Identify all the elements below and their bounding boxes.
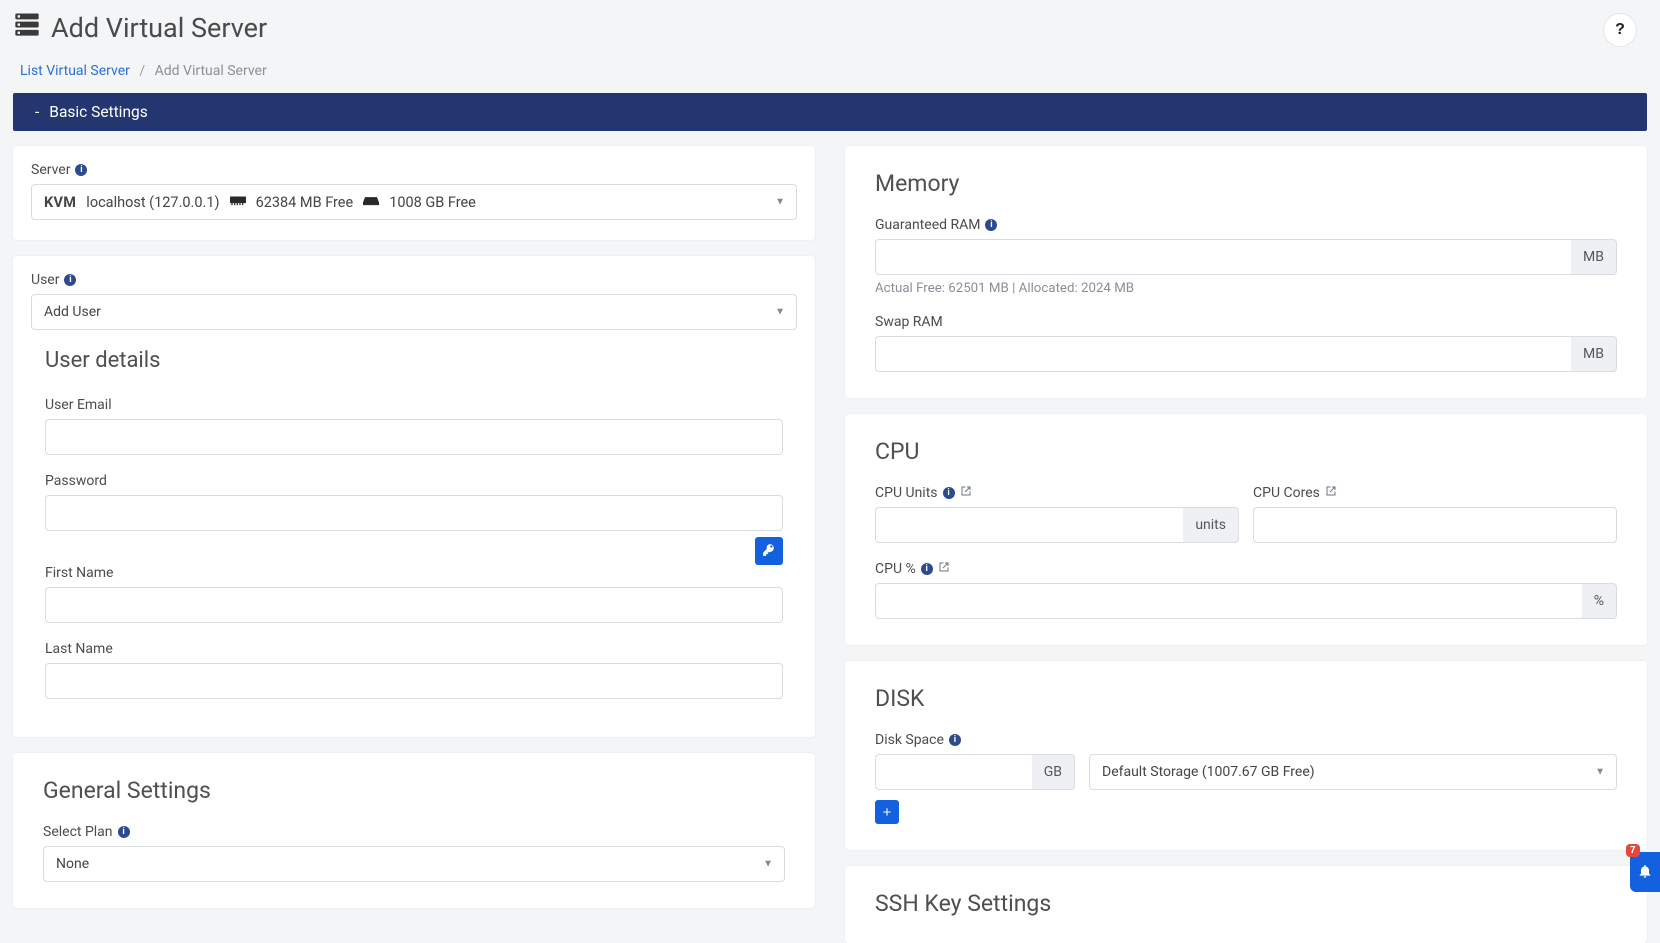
bell-icon [1637,863,1653,882]
server-disk-free: 1008 GB Free [389,194,476,211]
breadcrumb-link-list[interactable]: List Virtual Server [20,63,130,79]
section-basic-settings[interactable]: - Basic Settings [13,93,1647,131]
external-link-icon[interactable] [960,485,972,501]
percent-suffix: % [1582,583,1617,619]
password-input[interactable] [45,495,783,531]
cpu-cores-label-text: CPU Cores [1253,485,1320,501]
server-label-text: Server [31,162,70,178]
breadcrumb: List Virtual Server / Add Virtual Server [13,57,1647,93]
guaranteed-ram-label-text: Guaranteed RAM [875,217,980,233]
disk-space-label: Disk Space i [875,732,1617,748]
cpu-units-input[interactable] [875,507,1183,543]
help-icon: ? [1615,21,1625,39]
cpu-card: CPU CPU Units i units [845,414,1647,645]
memory-icon [230,194,246,211]
server-mem-free: 62384 MB Free [256,194,354,211]
mb-suffix: MB [1571,336,1617,372]
storage-select-value: Default Storage (1007.67 GB Free) [1102,764,1315,780]
info-icon[interactable]: i [949,734,961,746]
cpu-cores-label: CPU Cores [1253,485,1617,501]
guaranteed-ram-label: Guaranteed RAM i [875,217,1617,233]
disk-space-label-text: Disk Space [875,732,944,748]
section-collapse-indicator: - [35,103,39,121]
add-disk-button[interactable]: + [875,800,899,824]
user-card: User i Add User ▼ User details User Emai… [13,256,815,737]
info-icon[interactable]: i [75,164,87,176]
user-email-label: User Email [45,397,783,413]
memory-card: Memory Guaranteed RAM i MB Actual Free: … [845,146,1647,398]
cpu-percent-label-text: CPU % [875,561,916,577]
section-title: Basic Settings [49,103,147,121]
cpu-heading: CPU [875,438,1617,465]
guaranteed-ram-input[interactable] [875,239,1571,275]
user-email-input[interactable] [45,419,783,455]
user-select-value: Add User [44,304,101,320]
right-column: Memory Guaranteed RAM i MB Actual Free: … [845,146,1647,943]
disk-heading: DISK [875,685,1617,712]
breadcrumb-current: Add Virtual Server [155,63,267,79]
user-label-text: User [31,272,59,288]
server-label: Server i [31,162,797,178]
memory-heading: Memory [875,170,1617,197]
cpu-units-label: CPU Units i [875,485,1239,501]
last-name-label: Last Name [45,641,783,657]
plus-icon: + [883,804,892,821]
swap-ram-input[interactable] [875,336,1571,372]
storage-select[interactable]: Default Storage (1007.67 GB Free) [1089,754,1617,790]
server-select-wrap: KVM localhost (127.0.0.1) 62384 MB Free … [31,184,797,220]
ram-note: Actual Free: 62501 MB | Allocated: 2024 … [875,281,1617,296]
user-details-heading: User details [45,348,783,373]
general-settings-heading: General Settings [43,777,785,804]
cpu-percent-label: CPU % i [875,561,1617,577]
key-icon [762,543,776,560]
first-name-input[interactable] [45,587,783,623]
external-link-icon[interactable] [1325,485,1337,501]
form-columns: Server i KVM localhost (127.0.0.1) 62384… [13,146,1647,943]
disk-card: DISK Disk Space i GB [845,661,1647,850]
cpu-units-label-text: CPU Units [875,485,938,501]
info-icon[interactable]: i [921,563,933,575]
disk-icon [363,194,379,211]
server-host-text: localhost (127.0.0.1) [86,194,219,211]
page-title: Add Virtual Server [13,10,267,45]
info-icon[interactable]: i [943,487,955,499]
password-label: Password [45,473,783,489]
server-virt-tag: KVM [44,194,76,211]
mb-suffix: MB [1571,239,1617,275]
ssh-key-heading: SSH Key Settings [875,890,1617,917]
gb-suffix: GB [1032,754,1075,790]
notifications-button[interactable]: 7 [1630,852,1660,892]
help-button[interactable]: ? [1603,13,1637,47]
units-suffix: units [1183,507,1239,543]
generate-password-button[interactable] [755,537,783,565]
notifications-count: 7 [1626,844,1640,857]
first-name-label: First Name [45,565,783,581]
select-plan-label-text: Select Plan [43,824,113,840]
server-select[interactable]: KVM localhost (127.0.0.1) 62384 MB Free … [31,184,797,220]
info-icon[interactable]: i [985,219,997,231]
server-icon [13,10,41,45]
general-settings-card: General Settings Select Plan i None ▼ [13,753,815,908]
select-plan-label: Select Plan i [43,824,785,840]
last-name-input[interactable] [45,663,783,699]
info-icon[interactable]: i [64,274,76,286]
ssh-key-card: SSH Key Settings [845,866,1647,943]
breadcrumb-separator: / [133,63,151,79]
cpu-percent-input[interactable] [875,583,1582,619]
left-column: Server i KVM localhost (127.0.0.1) 62384… [13,146,815,908]
plan-select[interactable]: None [43,846,785,882]
cpu-cores-input[interactable] [1253,507,1617,543]
page-header: Add Virtual Server ? [13,5,1647,57]
page-title-text: Add Virtual Server [51,12,267,44]
server-card: Server i KVM localhost (127.0.0.1) 62384… [13,146,815,240]
user-label: User i [31,272,797,288]
user-select[interactable]: Add User [31,294,797,330]
plan-select-value: None [56,856,89,872]
info-icon[interactable]: i [118,826,130,838]
swap-ram-label: Swap RAM [875,314,1617,330]
disk-space-input[interactable] [875,754,1032,790]
external-link-icon[interactable] [938,561,950,577]
